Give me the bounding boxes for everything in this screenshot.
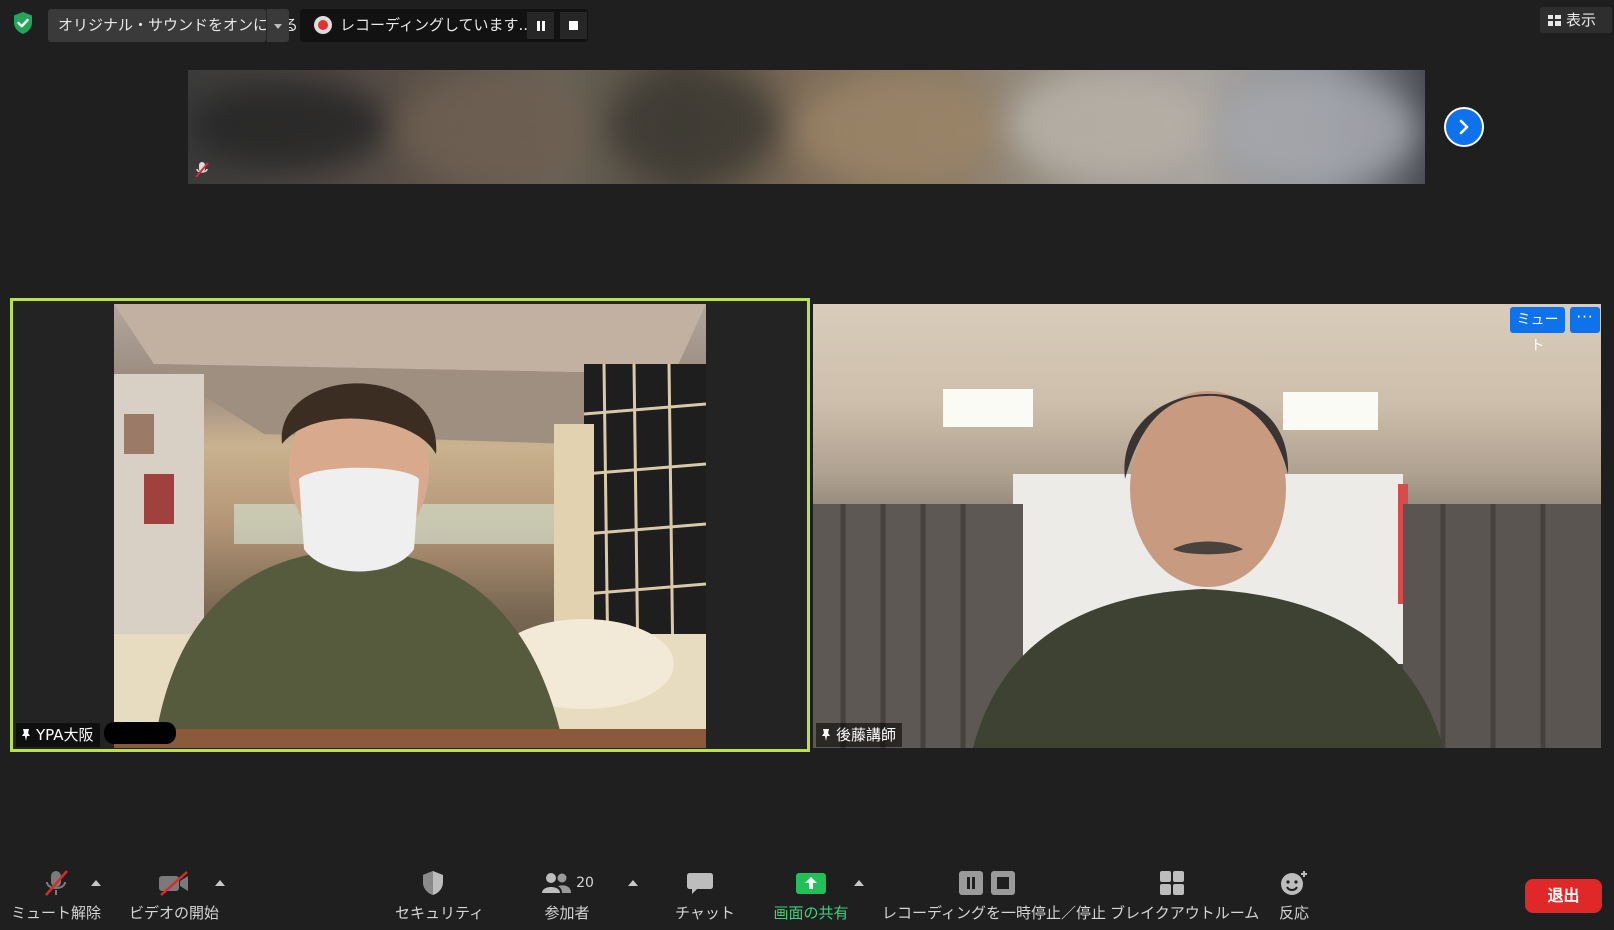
reaction-icon xyxy=(1281,871,1307,895)
blurred-thumbnail xyxy=(188,80,388,170)
unmute-button[interactable]: ミュート解除 xyxy=(10,866,102,926)
participant-count: 20 xyxy=(576,875,594,891)
share-options-chevron-icon[interactable] xyxy=(854,880,864,886)
participants-button[interactable]: 20 参加者 xyxy=(538,866,596,926)
unmute-label: ミュート解除 xyxy=(10,904,101,922)
security-label: セキュリティ xyxy=(395,904,485,922)
blurred-thumbnail xyxy=(398,75,588,184)
breakout-rooms-label: ブレイクアウトルーム xyxy=(1110,904,1260,922)
original-sound-dropdown-chevron-icon[interactable] xyxy=(266,9,289,42)
record-icon xyxy=(314,16,332,34)
participant-name-tag: 後藤講師 xyxy=(816,723,903,747)
participants-icon xyxy=(542,873,572,893)
participant-thumbnail-strip[interactable] xyxy=(188,70,1425,184)
share-screen-label: 画面の共有 xyxy=(773,904,849,922)
participant-name: YPA大阪 xyxy=(36,726,94,744)
participant-name-tag: YPA大阪 xyxy=(16,723,100,747)
reactions-button[interactable]: 反応 xyxy=(1272,866,1316,926)
video-tile[interactable] xyxy=(813,304,1601,748)
start-video-label: ビデオの開始 xyxy=(128,904,219,922)
encryption-shield-icon[interactable] xyxy=(10,10,36,36)
breakout-rooms-icon xyxy=(1160,871,1184,895)
next-page-button[interactable] xyxy=(1444,107,1484,147)
pin-icon xyxy=(22,729,30,741)
stop-recording-button[interactable] xyxy=(560,12,587,39)
audio-options-chevron-icon[interactable] xyxy=(91,880,101,886)
pause-recording-button[interactable] xyxy=(527,12,554,39)
participants-label: 参加者 xyxy=(544,904,590,922)
chat-button[interactable]: チャット xyxy=(675,866,735,926)
muted-mic-icon xyxy=(45,870,68,896)
video-off-icon xyxy=(159,871,188,896)
grid-view-icon xyxy=(1548,15,1561,26)
original-sound-button[interactable]: オリジナル・サウンドをオンにする xyxy=(48,9,298,42)
blurred-thumbnail xyxy=(608,70,778,180)
reactions-label: 反応 xyxy=(1278,904,1309,922)
start-video-button[interactable]: ビデオの開始 xyxy=(126,866,222,926)
recording-status-text: レコーディングしています... xyxy=(340,16,533,34)
participant-video-feed xyxy=(114,304,706,748)
recording-controls-label: レコーディングを一時停止／停止 xyxy=(882,904,1106,922)
blurred-thumbnail xyxy=(1008,70,1208,180)
chat-icon xyxy=(687,873,713,894)
view-button[interactable]: 表示 xyxy=(1540,7,1612,33)
blurred-thumbnail xyxy=(1218,75,1418,184)
participants-options-chevron-icon[interactable] xyxy=(628,880,638,886)
chat-label: チャット xyxy=(675,904,735,922)
share-screen-icon xyxy=(796,873,826,894)
leave-button[interactable]: 退出 xyxy=(1525,879,1602,913)
muted-mic-icon xyxy=(194,161,210,179)
chevron-right-icon xyxy=(1459,119,1469,135)
security-button[interactable]: セキュリティ xyxy=(395,866,485,926)
view-label: 表示 xyxy=(1566,11,1597,29)
mute-participant-button[interactable]: ミュート xyxy=(1510,307,1565,354)
pause-stop-icon xyxy=(959,871,1015,895)
blurred-thumbnail xyxy=(798,75,998,184)
participant-name: 後藤講師 xyxy=(836,726,897,744)
more-options-button[interactable]: ··· xyxy=(1570,307,1600,333)
recording-controls-button[interactable]: レコーディングを一時停止／停止 xyxy=(882,866,1106,926)
video-options-chevron-icon[interactable] xyxy=(215,880,225,886)
share-screen-button[interactable]: 画面の共有 xyxy=(771,866,851,926)
breakout-rooms-button[interactable]: ブレイクアウトルーム xyxy=(1110,866,1260,926)
redaction-bar xyxy=(104,722,176,744)
security-shield-icon xyxy=(423,871,443,895)
pin-icon xyxy=(822,729,830,741)
